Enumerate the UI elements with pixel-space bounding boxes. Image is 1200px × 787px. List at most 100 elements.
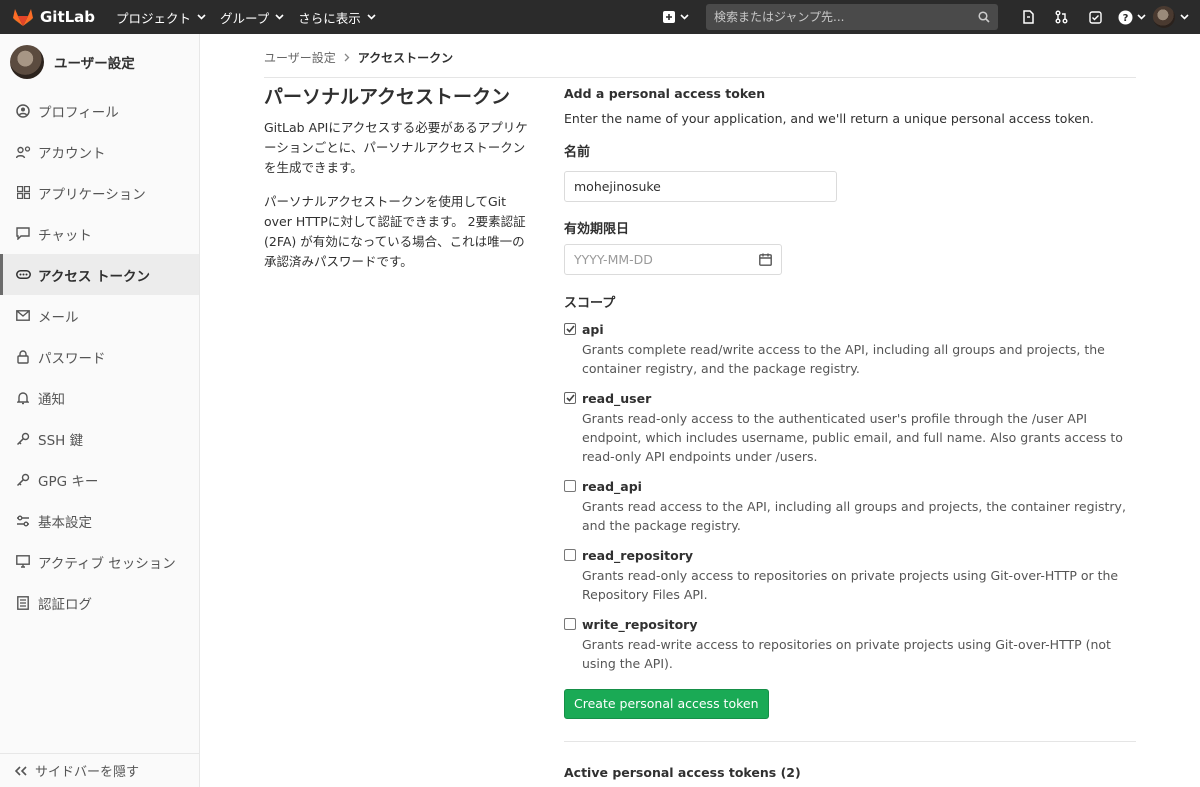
sidebar-item-ssh-keys[interactable]: SSH 鍵 [0,418,199,459]
search-box[interactable] [706,4,998,30]
breadcrumb: ユーザー設定 アクセストークン [264,49,453,66]
scope-read-api: read_api Grants read access to the API, … [564,478,1136,535]
monitor-icon [15,554,31,570]
help-dropdown-button[interactable]: ? [1112,0,1152,34]
sidebar-item-profile[interactable]: プロフィール [0,90,199,131]
intro-description-2fa: パーソナルアクセストークンを使用してGit over HTTPに対して認証できま… [264,194,526,269]
scope-name[interactable]: read_repository [582,547,1136,564]
intro-description: GitLab APIにアクセスする必要があるアプリケーションごとに、パーソナルア… [264,120,528,175]
sidebar-item-label: パスワード [38,350,106,367]
scope-name[interactable]: read_user [582,390,1136,407]
create-token-button[interactable]: Create personal access token [564,689,769,719]
scope-read-repository: read_repository Grants read-only access … [564,547,1136,604]
key-icon [15,472,31,488]
sidebar-item-applications[interactable]: アプリケーション [0,172,199,213]
token-name-input[interactable] [564,171,837,202]
nav-menu-groups[interactable]: グループ [220,8,284,27]
search-input[interactable] [714,10,978,24]
chevron-down-icon [1137,14,1146,20]
scope-read-user-checkbox[interactable] [564,392,576,404]
bell-icon [15,390,31,406]
sidebar-title: ユーザー設定 [54,56,135,72]
name-label: 名前 [564,145,591,160]
divider [564,741,1136,742]
sidebar-item-access-tokens[interactable]: アクセス トークン [0,254,199,295]
mail-icon [15,308,31,324]
merge-request-icon[interactable] [1044,0,1078,34]
sidebar-item-active-sessions[interactable]: アクティブ セッション [0,541,199,582]
scope-name[interactable]: api [582,321,1136,338]
gitlab-home-link[interactable]: GitLab [12,7,102,27]
sidebar-item-preferences[interactable]: 基本設定 [0,500,199,541]
scope-description: Grants read-only access to the authentic… [582,411,1123,464]
chevron-down-icon [680,14,689,20]
form-subheading: Enter the name of your application, and … [564,111,1094,126]
scopes-label: スコープ [564,296,616,311]
expires-date-input[interactable] [574,252,759,267]
scope-description: Grants complete read/write access to the… [582,342,1105,376]
applications-icon [15,185,31,201]
sidebar-item-emails[interactable]: メール [0,295,199,336]
sidebar-item-label: プロフィール [38,104,119,121]
log-icon [15,595,31,611]
sidebar-item-label: GPG キー [38,473,99,490]
nav-menu-label: さらに表示 [298,10,361,26]
chevron-down-icon [275,14,284,20]
new-dropdown-button[interactable] [658,0,694,34]
chevron-down-icon [1180,14,1189,20]
nav-right-group: ? [658,0,1200,34]
preferences-icon [15,513,31,529]
sidebar-item-label: SSH 鍵 [38,432,84,449]
token-form: Add a personal access token Enter the na… [564,86,1136,780]
scope-api-checkbox[interactable] [564,323,576,335]
sidebar-item-authentication-log[interactable]: 認証ログ [0,582,199,623]
expires-date-field[interactable] [564,244,782,275]
token-icon [15,267,31,283]
top-navbar: GitLab プロジェクト グループ さらに表示 ? [0,0,1200,34]
scope-write-repository-checkbox[interactable] [564,618,576,630]
breadcrumb-current[interactable]: アクセストークン [358,49,453,66]
avatar [10,45,44,79]
active-tokens-heading: Active personal access tokens (2) [564,765,801,780]
sidebar-item-label: アクセス トークン [38,268,151,285]
scope-name[interactable]: read_api [582,478,1136,495]
svg-text:?: ? [1123,13,1129,24]
scope-read-user: read_user Grants read-only access to the… [564,390,1136,466]
calendar-icon[interactable] [759,253,772,266]
chevron-down-icon [367,14,376,20]
chevron-down-icon [197,14,206,20]
nav-menu-more[interactable]: さらに表示 [298,8,376,27]
sidebar-item-label: 認証ログ [38,596,92,613]
scope-description: Grants read-only access to repositories … [582,568,1119,602]
scope-read-repository-checkbox[interactable] [564,549,576,561]
scope-write-repository: write_repository Grants read-write acces… [564,616,1136,673]
scope-name[interactable]: write_repository [582,616,1136,633]
sidebar-item-label: 基本設定 [38,514,92,531]
key-icon [15,431,31,447]
sidebar-item-label: メール [38,309,79,326]
sidebar-item-label: 通知 [38,391,65,408]
expires-label: 有効期限日 [564,222,630,237]
double-chevron-left-icon [15,765,27,776]
scope-read-api-checkbox[interactable] [564,480,576,492]
scope-api: api Grants complete read/write access to… [564,321,1136,378]
sidebar-item-account[interactable]: アカウント [0,131,199,172]
user-menu-button[interactable] [1152,0,1200,34]
nav-menu-label: プロジェクト [116,10,192,26]
profile-icon [15,103,31,119]
sidebar-item-label: アプリケーション [38,186,146,203]
sidebar-item-gpg-keys[interactable]: GPG キー [0,459,199,500]
sidebar-item-password[interactable]: パスワード [0,336,199,377]
sidebar-item-chat[interactable]: チャット [0,213,199,254]
form-heading: Add a personal access token [564,86,766,101]
sidebar-header[interactable]: ユーザー設定 [0,34,199,90]
sidebar-item-notifications[interactable]: 通知 [0,377,199,418]
divider [264,77,1136,78]
chat-icon [15,226,31,242]
breadcrumb-parent-link[interactable]: ユーザー設定 [264,49,336,66]
nav-menu-projects[interactable]: プロジェクト [116,8,206,27]
collapse-sidebar-button[interactable]: サイドバーを隠す [0,753,199,787]
todo-icon[interactable] [1012,0,1044,34]
brand-name: GitLab [40,8,96,26]
issue-icon[interactable] [1078,0,1112,34]
